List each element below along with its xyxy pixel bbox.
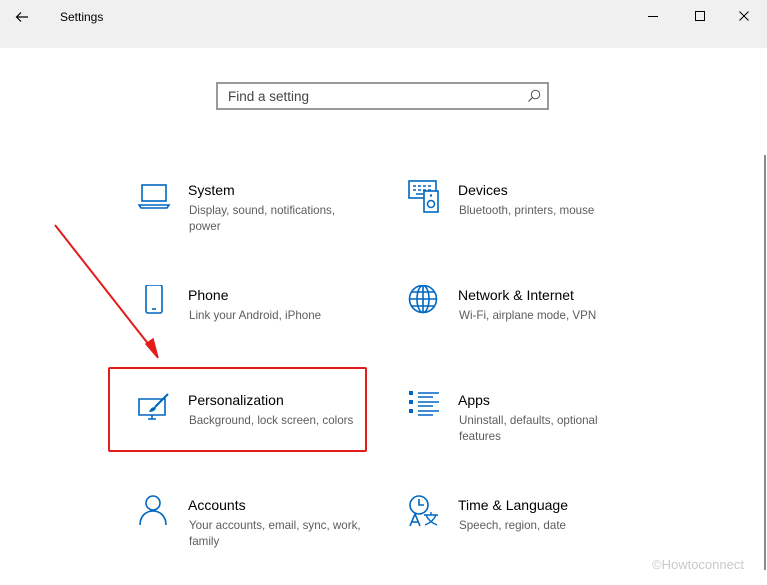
close-button[interactable] xyxy=(721,2,767,30)
tile-time-language[interactable]: Time & Language Speech, region, date xyxy=(408,495,638,585)
tile-title: Accounts xyxy=(188,497,246,513)
laptop-icon xyxy=(138,184,171,209)
tile-description: Speech, region, date xyxy=(459,519,566,532)
tile-description: Uninstall, defaults, optional features xyxy=(459,414,598,443)
tile-description: Display, sound, notifications, power xyxy=(189,204,336,233)
tile-description: Your accounts, email, sync, work, family xyxy=(189,519,361,548)
window-title: Settings xyxy=(60,10,104,24)
tile-accounts[interactable]: Accounts Your accounts, email, sync, wor… xyxy=(138,495,368,585)
scrollbar[interactable] xyxy=(764,155,766,570)
person-icon xyxy=(139,495,167,526)
tile-system[interactable]: System Display, sound, notifications, po… xyxy=(138,180,368,270)
back-arrow-icon xyxy=(15,12,28,22)
close-icon xyxy=(739,11,749,21)
watermark: ©Howtoconnect xyxy=(652,557,744,572)
tile-title: Phone xyxy=(188,287,229,303)
tile-description: Bluetooth, printers, mouse xyxy=(459,204,595,217)
highlight-box xyxy=(108,367,367,452)
tile-network[interactable]: Network & Internet Wi-Fi, airplane mode,… xyxy=(408,285,638,375)
search-input[interactable] xyxy=(218,84,528,108)
minimize-icon xyxy=(648,16,658,17)
maximize-button[interactable] xyxy=(677,2,723,30)
devices-icon xyxy=(408,180,439,213)
tile-description: Wi-Fi, airplane mode, VPN xyxy=(459,309,597,322)
tile-devices[interactable]: Devices Bluetooth, printers, mouse xyxy=(408,180,638,270)
time-language-icon xyxy=(409,495,438,527)
tile-title: System xyxy=(188,182,235,198)
maximize-icon xyxy=(695,11,705,21)
tile-title: Time & Language xyxy=(458,497,568,513)
globe-icon xyxy=(408,285,438,314)
search-box xyxy=(216,82,549,110)
back-button[interactable] xyxy=(8,4,36,30)
minimize-button[interactable] xyxy=(630,2,676,30)
search-icon[interactable] xyxy=(526,88,542,104)
apps-list-icon xyxy=(409,391,439,416)
phone-icon xyxy=(145,285,163,314)
title-bar: Settings xyxy=(0,0,767,48)
tile-title: Apps xyxy=(458,392,490,408)
tile-title: Devices xyxy=(458,182,508,198)
tile-title: Network & Internet xyxy=(458,287,574,303)
tile-description: Link your Android, iPhone xyxy=(189,309,322,322)
tile-phone[interactable]: Phone Link your Android, iPhone xyxy=(138,285,368,375)
tile-apps[interactable]: Apps Uninstall, defaults, optional featu… xyxy=(408,390,638,480)
